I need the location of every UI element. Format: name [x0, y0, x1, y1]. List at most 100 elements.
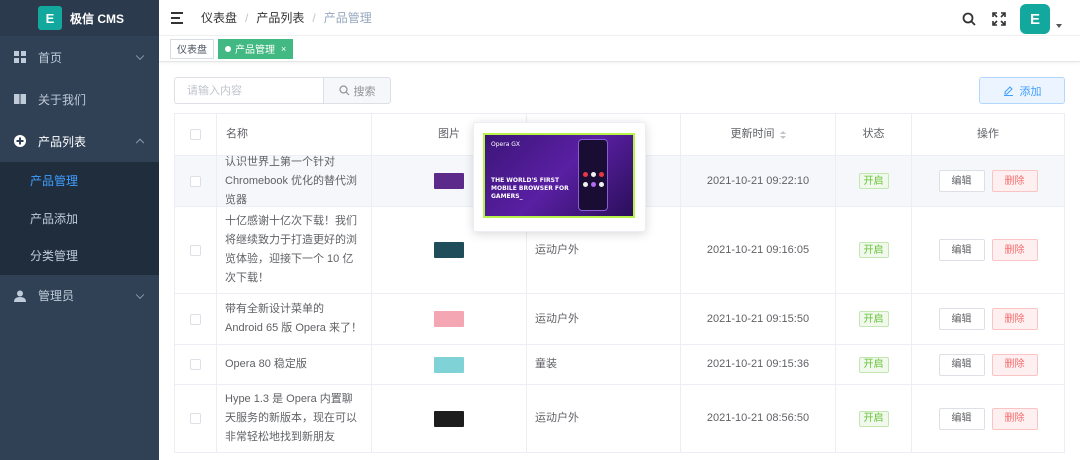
topbar: 仪表盘 / 产品列表 / 产品管理 E	[159, 0, 1080, 36]
sidebar-item-admins[interactable]: 管理员	[0, 275, 159, 317]
delete-button[interactable]: 删除	[991, 353, 1038, 376]
sidebar-item-about[interactable]: 关于我们	[0, 78, 159, 120]
edit-button[interactable]: 编辑	[938, 239, 985, 261]
delete-button[interactable]: 删除	[991, 407, 1038, 430]
ops-cell: 编辑 删除	[912, 207, 1065, 293]
product-thumbnail[interactable]	[434, 242, 464, 258]
product-updated: 2021-10-21 09:15:50	[681, 294, 836, 344]
breadcrumb-separator: /	[245, 10, 249, 25]
delete-button[interactable]: 删除	[991, 308, 1038, 330]
breadcrumb: 仪表盘 / 产品列表 / 产品管理	[201, 9, 372, 26]
product-updated: 2021-10-21 09:15:36	[681, 345, 836, 384]
status-cell: 开启	[836, 207, 912, 293]
delete-button[interactable]: 删除	[991, 170, 1038, 192]
active-dot-icon	[225, 45, 231, 52]
preview-headline: THE WORLD'S FIRST MOBILE BROWSER FOR GAM…	[491, 177, 569, 200]
add-button[interactable]: 添加	[979, 77, 1065, 104]
product-name: 十亿感谢十亿次下载！我们将继续致力于打造更好的浏览体验，迎接下一个 10 亿次下…	[217, 207, 372, 293]
image-cell	[372, 385, 527, 452]
product-name: Hype 1.3 是 Opera 内置聊天服务的新版本，现在可以非常轻松地找到新…	[217, 385, 372, 452]
row-checkbox[interactable]	[190, 413, 201, 424]
menu-toggle-icon[interactable]	[171, 11, 185, 24]
status-badge: 开启	[858, 173, 889, 189]
table-row[interactable]: Opera 80 稳定版 童装 2021-10-21 09:15:36 开启 编…	[174, 345, 1065, 385]
preview-brand: Opera GX	[491, 141, 521, 148]
breadcrumb-item[interactable]: 产品列表	[256, 9, 304, 26]
grid-icon	[14, 51, 26, 63]
header-ops: 操作	[912, 114, 1065, 155]
product-thumbnail[interactable]	[434, 356, 464, 373]
product-name: 带有全新设计菜单的 Android 65 版 Opera 来了！	[217, 294, 372, 344]
edit-button[interactable]: 编辑	[938, 353, 985, 376]
tag-dashboard[interactable]: 仪表盘	[170, 38, 214, 59]
search-icon	[338, 85, 349, 96]
header-status: 状态	[836, 114, 912, 155]
avatar[interactable]: E	[1020, 4, 1050, 34]
edit-button[interactable]: 编辑	[938, 407, 985, 430]
product-updated: 2021-10-21 09:22:10	[681, 156, 836, 206]
status-cell: 开启	[836, 345, 912, 384]
product-name: Opera 80 稳定版	[217, 345, 372, 384]
product-category: 童装	[527, 345, 681, 384]
image-preview-popover: Opera GX THE WORLD'S FIRST MOBILE BROWSE…	[473, 122, 646, 232]
logo-badge: E	[38, 6, 62, 30]
breadcrumb-item[interactable]: 仪表盘	[201, 9, 237, 26]
header-updated-label: 更新时间	[730, 128, 775, 140]
tag-label: 产品管理	[235, 45, 275, 56]
product-thumbnail[interactable]	[434, 311, 464, 327]
tag-product-manage[interactable]: 产品管理 ×	[218, 38, 294, 59]
close-icon[interactable]: ×	[281, 44, 286, 54]
edit-button[interactable]: 编辑	[938, 170, 985, 192]
sidebar-item-category-manage[interactable]: 分类管理	[0, 237, 159, 275]
row-check-cell	[174, 156, 217, 206]
ops-cell: 编辑 删除	[912, 294, 1065, 344]
book-icon	[14, 94, 26, 104]
image-cell	[372, 345, 527, 384]
select-all-checkbox[interactable]	[190, 129, 201, 140]
sidebar: E 极信 CMS 首页 关于我们 产品列表 产品管理 产品添加 分类管理 管理员	[0, 0, 159, 460]
sidebar-item-home[interactable]: 首页	[0, 36, 159, 78]
row-checkbox[interactable]	[190, 175, 201, 187]
sidebar-item-product-add[interactable]: 产品添加	[0, 200, 159, 238]
image-cell	[372, 294, 527, 344]
select-all-cell	[174, 114, 217, 155]
status-badge: 开启	[858, 356, 889, 373]
edit-button[interactable]: 编辑	[938, 308, 985, 330]
delete-button[interactable]: 删除	[991, 239, 1038, 261]
search-button[interactable]: 搜索	[323, 77, 391, 104]
breadcrumb-current: 产品管理	[323, 11, 372, 25]
product-category: 运动户外	[527, 385, 681, 452]
product-updated: 2021-10-21 08:56:50	[681, 385, 836, 452]
tag-label: 仪表盘	[177, 45, 207, 56]
row-checkbox[interactable]	[190, 244, 201, 256]
product-updated: 2021-10-21 09:16:05	[681, 207, 836, 293]
sidebar-item-products[interactable]: 产品列表	[0, 120, 159, 162]
chevron-down-icon	[135, 290, 145, 299]
product-thumbnail[interactable]	[434, 173, 464, 189]
search-input[interactable]	[174, 77, 323, 104]
row-checkbox[interactable]	[190, 359, 201, 370]
chevron-up-icon	[135, 138, 145, 148]
row-check-cell	[174, 345, 217, 384]
topbar-actions: E	[960, 4, 1062, 34]
fullscreen-icon[interactable]	[990, 10, 1008, 28]
status-cell: 开启	[836, 294, 912, 344]
phone-graphic	[578, 139, 608, 211]
app-logo[interactable]: E 极信 CMS	[0, 0, 159, 36]
table-row[interactable]: Hype 1.3 是 Opera 内置聊天服务的新版本，现在可以非常轻松地找到新…	[174, 385, 1065, 453]
preview-image: Opera GX THE WORLD'S FIRST MOBILE BROWSE…	[483, 133, 635, 218]
caret-down-icon[interactable]	[1056, 24, 1062, 28]
status-cell: 开启	[836, 385, 912, 452]
row-check-cell	[174, 207, 217, 293]
status-badge: 开启	[858, 410, 889, 427]
search-icon[interactable]	[960, 10, 978, 28]
user-icon	[14, 290, 26, 302]
header-updated[interactable]: 更新时间	[681, 114, 836, 155]
sidebar-item-product-manage[interactable]: 产品管理	[0, 162, 159, 200]
table-row[interactable]: 带有全新设计菜单的 Android 65 版 Opera 来了！ 运动户外 20…	[174, 294, 1065, 345]
status-cell: 开启	[836, 156, 912, 206]
row-check-cell	[174, 294, 217, 344]
row-checkbox[interactable]	[190, 313, 201, 325]
product-thumbnail[interactable]	[434, 410, 464, 427]
sort-icon[interactable]	[779, 130, 786, 139]
